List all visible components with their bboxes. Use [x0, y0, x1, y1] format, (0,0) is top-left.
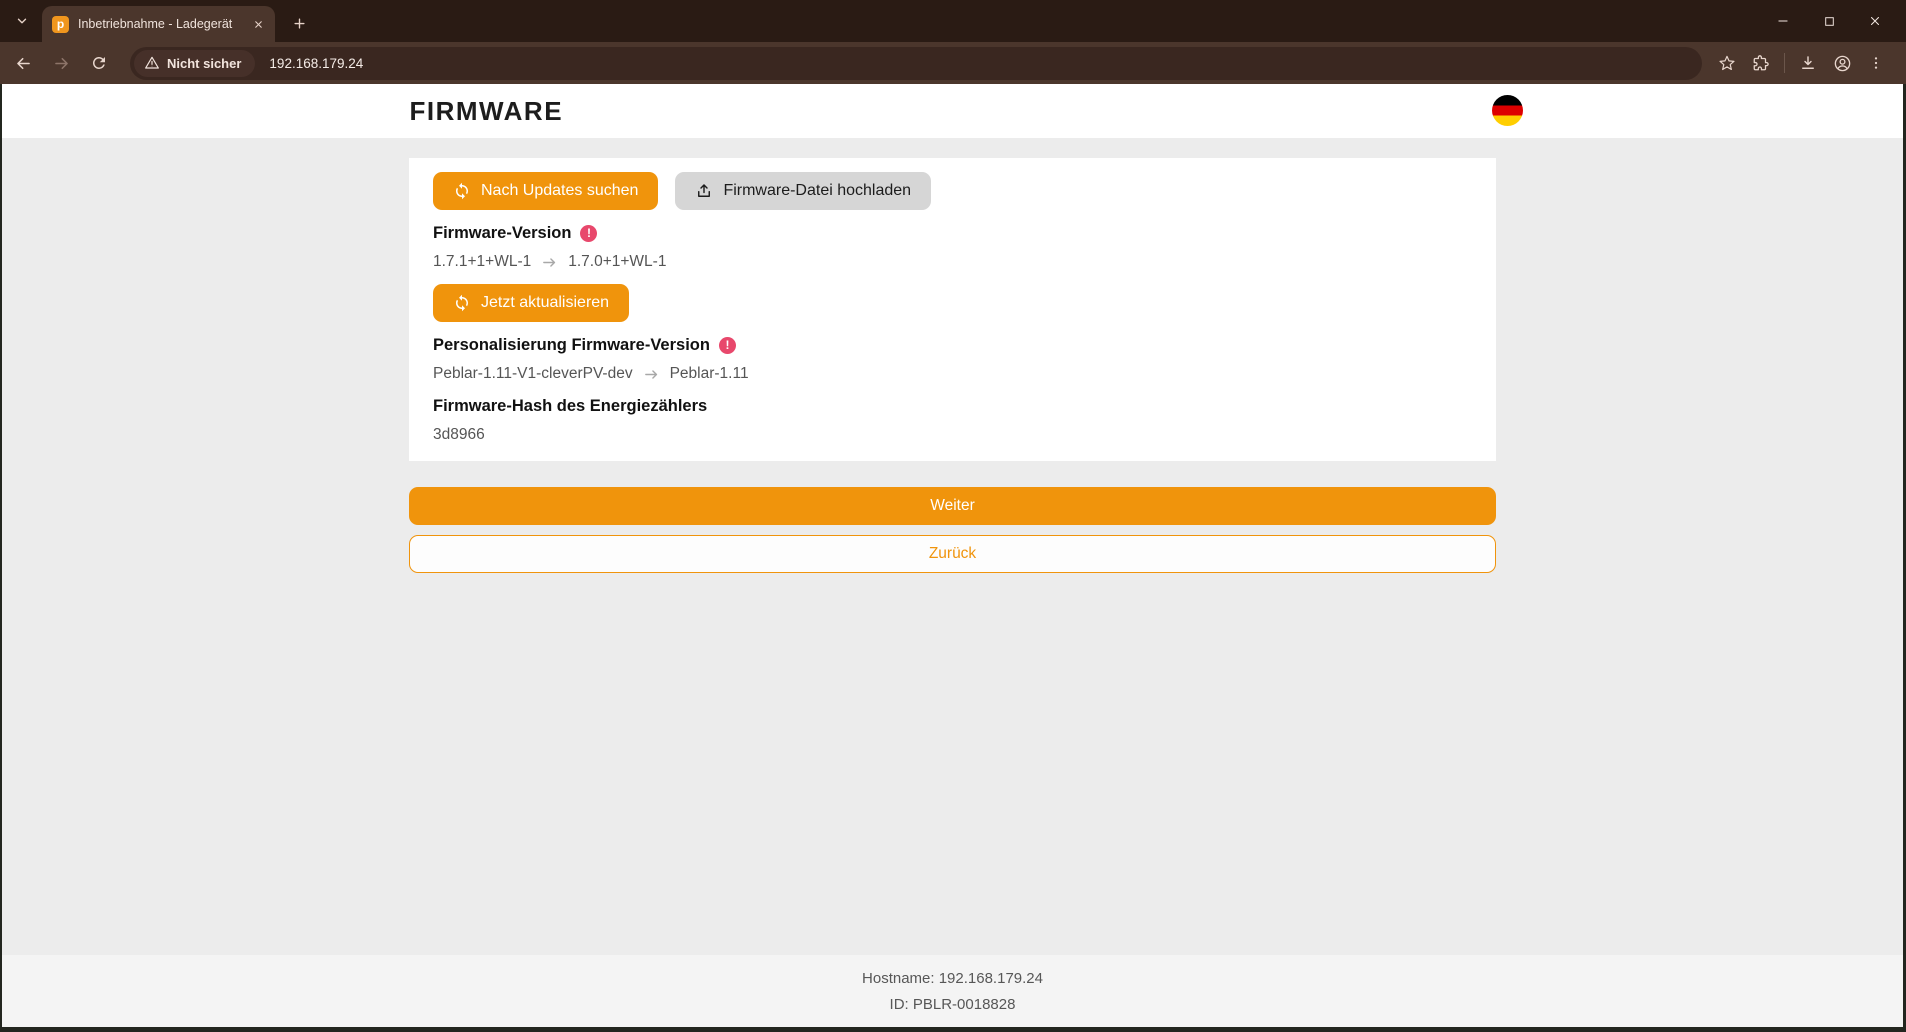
back-button[interactable] — [6, 46, 40, 80]
firmware-version-values: 1.7.1+1+WL-1 1.7.0+1+WL-1 — [433, 253, 1472, 271]
refresh-icon — [453, 182, 481, 200]
meter-hash-label: Firmware-Hash des Energiezählers — [433, 397, 1472, 416]
person-circle-icon — [1833, 54, 1852, 73]
new-tab-button[interactable] — [286, 10, 312, 36]
extensions-button[interactable] — [1744, 46, 1778, 80]
kebab-menu-icon — [1868, 55, 1884, 71]
update-now-label: Jetzt aktualisieren — [481, 294, 609, 312]
arrow-right-icon — [52, 54, 71, 73]
meter-hash-value: 3d8966 — [433, 426, 1472, 444]
arrow-left-icon — [14, 54, 33, 73]
german-flag-language-icon[interactable] — [1492, 95, 1523, 126]
download-icon — [1799, 54, 1817, 72]
firmware-version-label: Firmware-Version ! — [433, 224, 1472, 243]
upload-icon — [695, 182, 723, 200]
minimize-icon — [1776, 14, 1790, 28]
target-version: 1.7.0+1+WL-1 — [568, 253, 666, 271]
url-text: 192.168.179.24 — [269, 56, 363, 71]
upload-firmware-button[interactable]: Firmware-Datei hochladen — [675, 172, 931, 210]
right-arrow-icon — [541, 254, 558, 271]
hostname-text: Hostname: 192.168.179.24 — [2, 966, 1903, 992]
close-icon — [253, 19, 264, 30]
security-chip-label: Nicht sicher — [167, 56, 241, 71]
tab-title: Inbetriebnahme - Ladegerät — [78, 17, 249, 31]
window-close-button[interactable] — [1852, 0, 1898, 42]
warning-triangle-icon — [144, 55, 167, 71]
check-updates-label: Nach Updates suchen — [481, 182, 638, 200]
page-header: FIRMWARE — [2, 84, 1903, 138]
page-viewport: FIRMWARE Nach Updates suchen Firmware-Da… — [2, 84, 1903, 1027]
check-updates-button[interactable]: Nach Updates suchen — [433, 172, 658, 210]
personalization-version-values: Peblar-1.11-V1-cleverPV-dev Peblar-1.11 — [433, 365, 1472, 383]
current-version: Peblar-1.11-V1-cleverPV-dev — [433, 365, 633, 383]
window-minimize-button[interactable] — [1760, 0, 1806, 42]
profile-button[interactable] — [1825, 46, 1859, 80]
personalization-version-label: Personalisierung Firmware-Version ! — [433, 336, 1472, 355]
chevron-down-icon — [15, 14, 29, 28]
weiter-button[interactable]: Weiter — [409, 487, 1496, 525]
reload-icon — [90, 54, 108, 72]
tab-close-button[interactable] — [249, 15, 267, 33]
right-arrow-icon — [643, 366, 660, 383]
upload-firmware-label: Firmware-Datei hochladen — [723, 182, 911, 200]
warning-badge-icon: ! — [580, 225, 597, 242]
window-maximize-button[interactable] — [1806, 0, 1852, 42]
browser-menu-button[interactable] — [1859, 46, 1893, 80]
address-bar[interactable]: Nicht sicher 192.168.179.24 — [130, 47, 1702, 80]
bookmark-button[interactable] — [1710, 46, 1744, 80]
current-version: 1.7.1+1+WL-1 — [433, 253, 531, 271]
refresh-icon — [453, 294, 481, 312]
zurueck-button[interactable]: Zurück — [409, 535, 1496, 573]
warning-badge-icon: ! — [719, 337, 736, 354]
toolbar-separator — [1784, 53, 1785, 73]
browser-tab[interactable]: p Inbetriebnahme - Ladegerät — [42, 6, 275, 42]
window-controls — [1760, 0, 1898, 42]
plus-icon — [292, 16, 307, 31]
browser-titlebar: p Inbetriebnahme - Ladegerät — [0, 0, 1906, 42]
device-id-text: ID: PBLR-0018828 — [2, 992, 1903, 1018]
puzzle-icon — [1752, 54, 1770, 72]
close-icon — [1868, 14, 1882, 28]
target-version: Peblar-1.11 — [670, 365, 749, 383]
page-footer: Hostname: 192.168.179.24 ID: PBLR-001882… — [2, 955, 1903, 1027]
peblar-favicon-icon: p — [52, 16, 69, 33]
downloads-button[interactable] — [1791, 46, 1825, 80]
reload-button[interactable] — [82, 46, 116, 80]
update-now-button[interactable]: Jetzt aktualisieren — [433, 284, 629, 322]
maximize-icon — [1823, 15, 1836, 28]
star-icon — [1718, 54, 1736, 72]
firmware-card: Nach Updates suchen Firmware-Datei hochl… — [409, 158, 1496, 461]
main-content: Nach Updates suchen Firmware-Datei hochl… — [409, 158, 1496, 573]
tab-search-button[interactable] — [8, 7, 36, 35]
toolbar-actions — [1710, 46, 1893, 80]
security-chip[interactable]: Nicht sicher — [134, 50, 255, 77]
browser-toolbar: Nicht sicher 192.168.179.24 — [0, 42, 1906, 84]
page-title: FIRMWARE — [383, 96, 564, 127]
forward-button[interactable] — [44, 46, 78, 80]
